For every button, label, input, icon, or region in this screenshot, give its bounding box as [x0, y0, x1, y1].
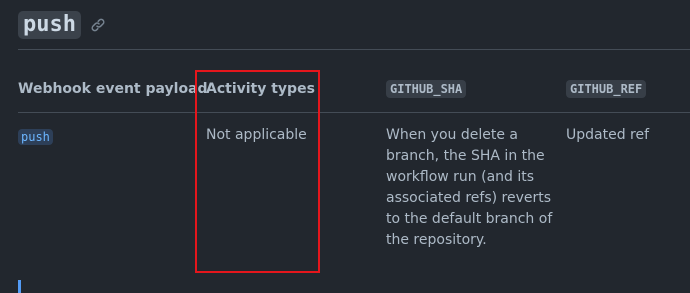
github-ref-code: GITHUB_REF — [566, 80, 647, 98]
table-cell-github-sha: When you delete a branch, the SHA in the… — [386, 127, 553, 248]
heading-divider — [18, 49, 690, 50]
push-payload-link[interactable]: push — [18, 129, 53, 145]
next-section-accent-bar — [18, 280, 21, 293]
github-sha-code: GITHUB_SHA — [386, 80, 467, 98]
activity-types-highlight-box — [195, 70, 320, 273]
table-header-divider — [18, 112, 690, 113]
column-header-github-sha: GITHUB_SHA — [386, 80, 467, 98]
section-title: push — [18, 11, 81, 39]
column-header-github-ref: GITHUB_REF — [566, 80, 647, 98]
section-heading: push — [18, 11, 106, 39]
link-icon[interactable] — [90, 17, 106, 33]
column-header-webhook-event-payload: Webhook event payload — [18, 81, 208, 97]
table-cell-github-ref: Updated ref — [566, 127, 650, 143]
table-cell-payload: push — [18, 127, 53, 148]
docs-page: push Webhook event payload Activity type… — [0, 0, 690, 293]
